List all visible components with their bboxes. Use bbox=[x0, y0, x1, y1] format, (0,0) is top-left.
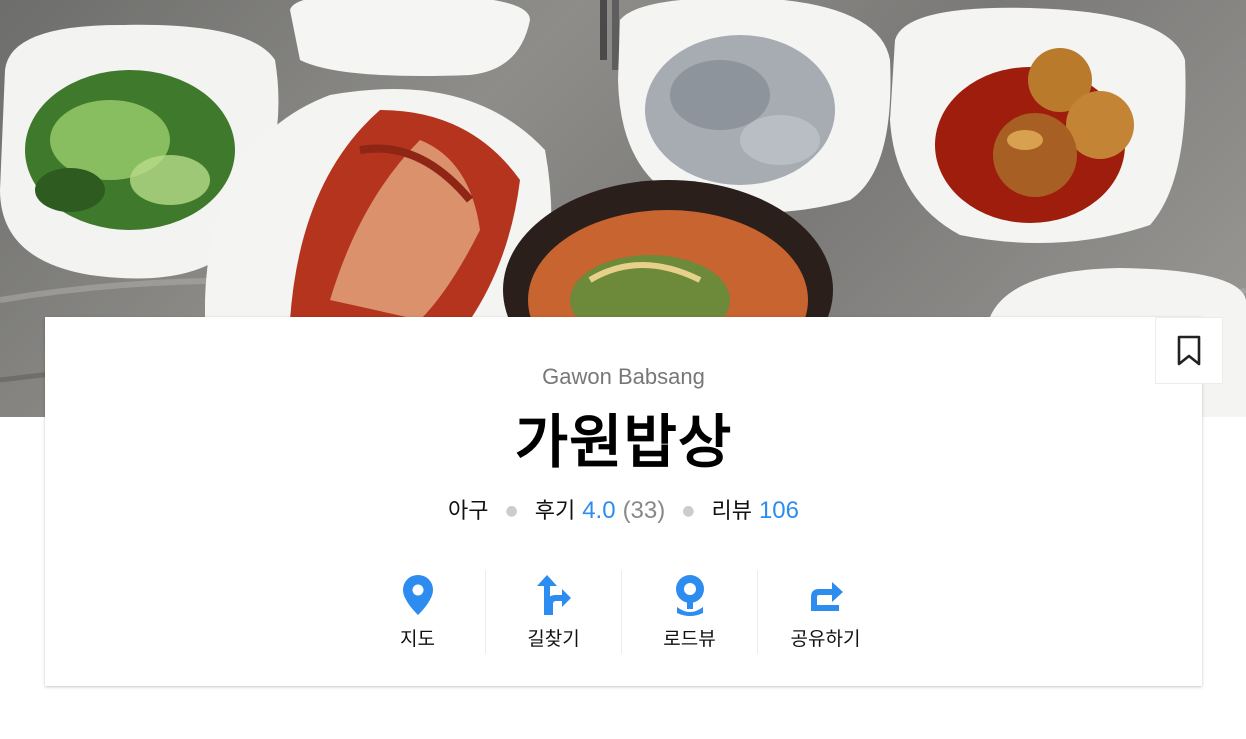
directions-button-label: 길찾기 bbox=[527, 628, 580, 650]
bookmark-icon bbox=[1177, 335, 1201, 365]
category-link[interactable]: 아구 bbox=[448, 499, 488, 524]
directions-icon bbox=[536, 575, 571, 615]
place-title: 가원밥상 bbox=[514, 408, 733, 476]
blog-review-count: 106 bbox=[758, 497, 799, 524]
separator-dot: ● bbox=[505, 503, 518, 519]
roadview-icon bbox=[675, 575, 704, 616]
blog-review-link[interactable]: 리뷰 106 bbox=[711, 497, 799, 524]
action-bar: 지도 길찾기 로드뷰 공유하기 bbox=[350, 570, 893, 654]
review-link[interactable]: 후기 4.0 (33) bbox=[534, 497, 673, 524]
map-button-label: 지도 bbox=[400, 628, 435, 650]
blog-review-label: 리뷰 bbox=[711, 499, 752, 524]
directions-button[interactable]: 길찾기 bbox=[485, 570, 621, 654]
map-button[interactable]: 지도 bbox=[350, 570, 485, 654]
share-button[interactable]: 공유하기 bbox=[757, 570, 893, 654]
roadview-button[interactable]: 로드뷰 bbox=[621, 570, 757, 654]
share-icon bbox=[810, 582, 843, 611]
share-button-label: 공유하기 bbox=[790, 628, 861, 650]
place-info-card: Gawon Babsang 가원밥상 아구 ● 후기 4.0 (33) ● 리뷰… bbox=[45, 317, 1223, 686]
review-count: (33) bbox=[622, 497, 666, 524]
place-meta: 아구 ● 후기 4.0 (33) ● 리뷰 106 bbox=[45, 493, 1202, 525]
map-pin-icon bbox=[402, 575, 433, 615]
review-label: 후기 bbox=[534, 499, 576, 524]
separator-dot: ● bbox=[682, 503, 695, 519]
rating-value: 4.0 bbox=[582, 497, 616, 524]
place-english-name: Gawon Babsang bbox=[542, 364, 705, 389]
roadview-button-label: 로드뷰 bbox=[663, 628, 716, 650]
